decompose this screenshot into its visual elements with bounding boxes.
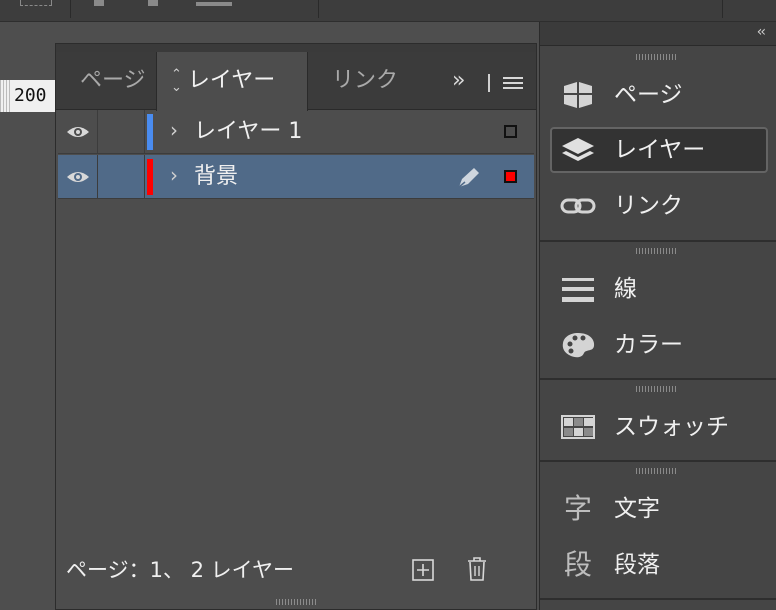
dock-item-label: 段落	[614, 552, 660, 578]
dock-item-label: カラー	[614, 332, 683, 358]
dock-item-paragraph[interactable]: 段 段落	[550, 542, 768, 588]
visibility-toggle[interactable]	[58, 110, 98, 154]
tab-links-label: リンク	[332, 68, 399, 93]
tab-pages[interactable]: ページ	[70, 52, 156, 110]
link-icon	[560, 198, 596, 214]
swatches-icon	[561, 415, 595, 439]
eye-icon	[67, 127, 89, 137]
dock-item-label: 線	[614, 276, 637, 302]
chevron-right-icon[interactable]: ›	[170, 118, 178, 142]
layer-row[interactable]: › レイヤー 1	[58, 110, 534, 154]
panel-dock: ‹‹ ページ レイヤー リンク 線 カラー スウォッチ 字 文字 段 段落	[539, 22, 776, 610]
dock-divider	[540, 598, 776, 600]
layer-color-bar	[147, 114, 153, 150]
stroke-icon	[562, 278, 594, 302]
dock-item-label: ページ	[614, 82, 683, 108]
panel-footer: ページ：1、 2 レイヤー	[56, 544, 536, 596]
character-icon: 字	[563, 492, 592, 525]
dock-group-grip[interactable]	[636, 386, 676, 392]
eye-icon	[67, 172, 89, 182]
layers-icon	[562, 138, 594, 161]
new-layer-button[interactable]	[412, 559, 434, 581]
align-left-icon[interactable]	[94, 0, 104, 6]
panel-title-bar[interactable]	[56, 44, 536, 52]
dock-item-label: レイヤー	[614, 137, 706, 163]
tab-divider	[488, 74, 490, 92]
pen-icon	[458, 168, 479, 188]
dock-divider	[540, 460, 776, 462]
layers-panel: ページ ⌃ ⌄ レイヤー リンク » › レイヤー 1 › 背景 ページ：1、 …	[55, 43, 537, 610]
collapse-dock-icon[interactable]: ‹‹	[757, 24, 766, 40]
paragraph-icon: 段	[563, 548, 592, 581]
dock-item-label: 文字	[614, 496, 660, 522]
pages-icon	[564, 82, 592, 108]
distribute-icon[interactable]	[196, 2, 232, 6]
chevron-right-icon[interactable]: ›	[170, 163, 178, 187]
toolbar-divider	[70, 0, 71, 18]
layer-color-bar	[147, 159, 153, 195]
dock-divider	[540, 378, 776, 380]
layer-count-status: ページ：1、 2 レイヤー	[66, 558, 295, 582]
dock-item-color[interactable]: カラー	[550, 322, 768, 368]
dock-item-label: スウォッチ	[614, 414, 729, 440]
dock-group-grip[interactable]	[636, 248, 676, 254]
layer-selection-square[interactable]	[504, 125, 517, 138]
dock-item-layers[interactable]: レイヤー	[550, 127, 768, 173]
delete-layer-button[interactable]	[466, 556, 488, 582]
dock-item-swatches[interactable]: スウォッチ	[550, 404, 768, 450]
dock-header: ‹‹	[540, 22, 776, 46]
frame-tool-icon[interactable]	[20, 0, 52, 6]
layer-row[interactable]: › 背景	[58, 155, 534, 199]
layer-name[interactable]: レイヤー 1	[194, 110, 302, 154]
tab-links[interactable]: リンク	[322, 52, 408, 110]
toolbar-divider	[722, 0, 723, 18]
dock-item-stroke[interactable]: 線	[550, 266, 768, 312]
dock-item-character[interactable]: 字 文字	[550, 486, 768, 532]
panel-tabs: ページ ⌃ ⌄ レイヤー リンク »	[56, 52, 536, 111]
layer-selection-square[interactable]	[504, 170, 517, 183]
lock-toggle[interactable]	[99, 110, 145, 154]
dock-group-grip[interactable]	[636, 54, 676, 60]
vertical-ruler-label: 200	[0, 80, 56, 112]
panel-resize-grip[interactable]	[276, 599, 316, 605]
lock-toggle[interactable]	[99, 155, 145, 199]
top-toolbar	[0, 0, 776, 22]
panel-menu-icon[interactable]	[503, 77, 523, 91]
align-center-icon[interactable]	[148, 0, 158, 6]
more-tabs-icon[interactable]: »	[452, 52, 465, 110]
dock-divider	[540, 240, 776, 242]
visibility-toggle[interactable]	[58, 155, 98, 199]
tab-layers[interactable]: ⌃ ⌄ レイヤー	[156, 52, 308, 111]
color-palette-icon	[562, 333, 595, 358]
sort-updown-icon: ⌃ ⌄	[171, 67, 182, 95]
dock-group-grip[interactable]	[636, 468, 676, 474]
tab-layers-label: レイヤー	[187, 68, 276, 93]
dock-item-label: リンク	[614, 193, 683, 219]
tab-pages-label: ページ	[80, 68, 146, 93]
dock-item-pages[interactable]: ページ	[550, 72, 768, 118]
toolbar-divider	[318, 0, 319, 18]
dock-item-links[interactable]: リンク	[550, 183, 768, 229]
layer-name[interactable]: 背景	[194, 155, 238, 199]
